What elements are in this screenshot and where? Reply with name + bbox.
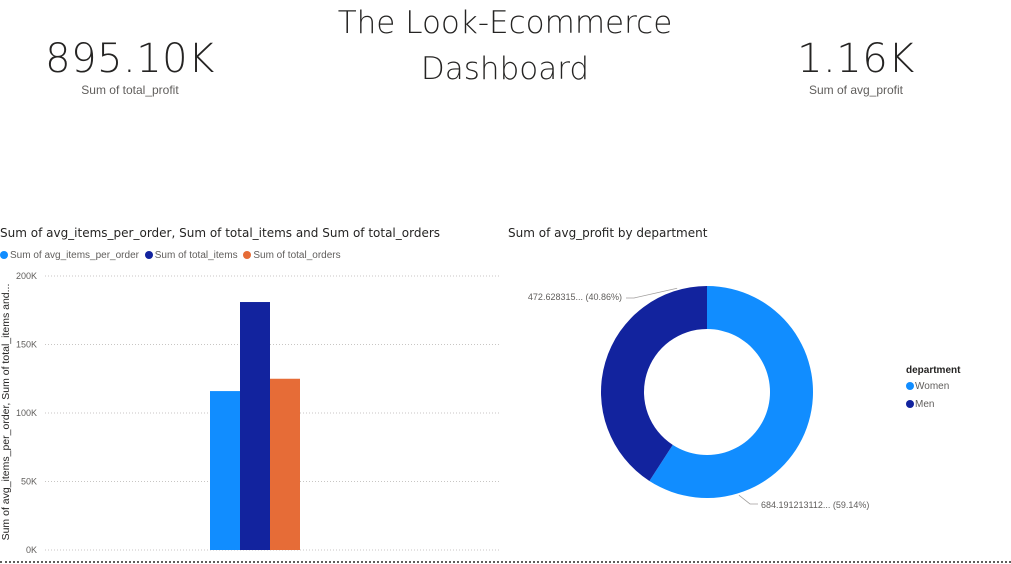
- dashboard-title-line1: The Look-Ecommerce: [337, 5, 673, 41]
- legend-dot: [906, 400, 914, 408]
- y-tick-label: 50K: [21, 477, 37, 487]
- bar-sum-of-avg-items-per-order[interactable]: [210, 391, 240, 550]
- kpi-value: 1.16K: [797, 36, 915, 82]
- legend-label: Sum of total_orders: [253, 250, 341, 261]
- bar-sum-of-total-items[interactable]: [240, 302, 270, 550]
- legend-dot: [906, 382, 914, 390]
- legend-item-men[interactable]: Men: [906, 399, 960, 410]
- leader-line-women: [738, 494, 758, 505]
- bar-chart-legend: Sum of avg_items_per_order Sum of total_…: [0, 250, 344, 261]
- legend-item[interactable]: Sum of total_items: [144, 250, 238, 261]
- bar-chart-bars: [210, 302, 300, 550]
- y-tick-label: 200K: [16, 271, 37, 281]
- bar-chart-title: Sum of avg_items_per_order, Sum of total…: [0, 226, 441, 240]
- dashboard-title: The Look-Ecommerce Dashboard: [315, 0, 695, 92]
- slice-label-men: 472.628315... (40.86%): [528, 292, 622, 302]
- kpi-label: Sum of avg_profit: [808, 83, 904, 97]
- kpi-value: 895.10K: [45, 36, 215, 82]
- donut-slices: [601, 286, 813, 498]
- bar-chart-y-ticks: 0K 50K 100K 150K 200K: [16, 271, 37, 555]
- donut-slice-men[interactable]: [601, 286, 707, 481]
- y-tick-label: 0K: [26, 545, 37, 555]
- y-tick-label: 150K: [16, 340, 37, 350]
- kpi-card-avg-profit[interactable]: 1.16K Sum of avg_profit: [776, 36, 936, 97]
- legend-label: Sum of avg_items_per_order: [10, 250, 139, 261]
- page-bottom-border: [0, 561, 1011, 563]
- kpi-label: Sum of total_profit: [81, 83, 179, 97]
- legend-label: Men: [915, 399, 935, 410]
- legend-dot: [144, 251, 153, 259]
- slice-label-women: 684.191213112... (59.14%): [761, 500, 869, 510]
- donut-legend-title: department: [906, 365, 961, 376]
- legend-item[interactable]: Sum of avg_items_per_order: [0, 250, 139, 261]
- legend-dot: [0, 251, 8, 259]
- kpi-card-total-profit[interactable]: 895.10K Sum of total_profit: [40, 36, 220, 97]
- bar-sum-of-total-orders[interactable]: [270, 378, 300, 550]
- donut-chart-title: Sum of avg_profit by department: [508, 226, 708, 240]
- y-axis-title: Sum of avg_items_per_order, Sum of total…: [0, 284, 12, 541]
- donut-chart: 472.628315... (40.86%) 684.191213112... …: [528, 286, 869, 510]
- legend-item-women[interactable]: Women: [906, 381, 960, 392]
- y-tick-label: 100K: [16, 408, 37, 418]
- legend-dot: [243, 251, 252, 259]
- legend-label: Sum of total_items: [154, 250, 238, 261]
- legend-item[interactable]: Sum of total_orders: [243, 250, 341, 261]
- bar-chart: 0K 50K 100K 150K 200K Sum of avg_items_per_o…: [0, 271, 500, 555]
- legend-label: Women: [915, 381, 950, 392]
- donut-legend: department Women Men: [906, 365, 960, 417]
- dashboard-title-line2: Dashboard: [420, 51, 590, 87]
